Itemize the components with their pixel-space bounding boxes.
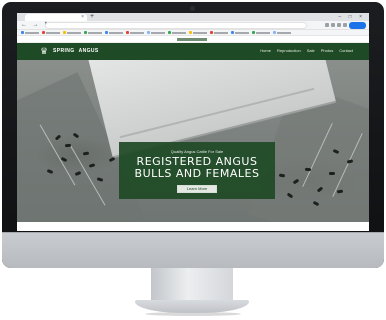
webcam-icon (190, 6, 195, 11)
brand-name[interactable]: SPRING ANGUS (53, 48, 99, 54)
extension-icons[interactable] (325, 23, 347, 28)
brand-word-2: ANGUS (78, 48, 99, 54)
nav-item-reproduction[interactable]: Reproduction (277, 48, 301, 53)
brand-logo-icon[interactable]: ♛ (39, 46, 49, 56)
hero-eyebrow: Quality Angus Cattle For Sale (170, 149, 224, 154)
bookmark-favicon-icon (126, 31, 129, 34)
bookmark-favicon-icon (21, 31, 24, 34)
nav-item-contact[interactable]: Contact (339, 48, 353, 53)
bookmark-label (235, 31, 249, 34)
bookmark-favicon-icon (105, 31, 108, 34)
bookmark-item[interactable] (42, 31, 60, 34)
bookmark-label (172, 31, 186, 34)
hero-title: REGISTERED ANGUS BULLS AND FEMALES (119, 156, 275, 180)
utility-link[interactable] (177, 38, 207, 41)
bookmark-favicon-icon (189, 31, 192, 34)
nav-item-sale[interactable]: Sale (307, 48, 315, 53)
browser-tab[interactable]: × (25, 14, 87, 21)
brand-word-1: SPRING (53, 48, 75, 54)
hero-image: Quality Angus Cattle For Sale REGISTERED… (17, 60, 369, 222)
site-header: ♛ SPRING ANGUS Home Reproduction Sale Ph… (17, 43, 369, 60)
hero-title-line-2: BULLS AND FEMALES (134, 167, 260, 180)
stand-neck (151, 268, 233, 302)
cow-silhouette (304, 167, 312, 172)
new-tab-button[interactable]: + (90, 13, 94, 21)
bookmark-favicon-icon (252, 31, 255, 34)
browser-toolbar: ← → ↻ (17, 21, 369, 30)
bookmark-favicon-icon (168, 31, 171, 34)
bookmark-favicon-icon (210, 31, 213, 34)
bookmark-item[interactable] (63, 31, 81, 34)
cow-silhouette (64, 143, 72, 148)
monitor-chin (2, 232, 384, 268)
stand-base (135, 300, 249, 313)
bookmark-item[interactable] (84, 31, 102, 34)
screen: × + – □ × ← → ↻ ♛ SPRING ANGUS Home Repr… (17, 13, 369, 231)
bookmark-favicon-icon (231, 31, 234, 34)
bookmark-label (109, 31, 123, 34)
bookmark-item[interactable] (147, 31, 165, 34)
bookmark-label (256, 31, 270, 34)
bookmark-favicon-icon (147, 31, 150, 34)
hero-banner: Quality Angus Cattle For Sale REGISTERED… (119, 142, 275, 199)
chin-divider (2, 232, 384, 233)
bookmark-favicon-icon (84, 31, 87, 34)
address-bar[interactable] (45, 22, 307, 29)
bookmark-favicon-icon (273, 31, 276, 34)
close-icon[interactable]: × (81, 15, 84, 20)
bookmark-item[interactable] (168, 31, 186, 34)
learn-more-button[interactable]: Learn More (177, 185, 217, 193)
bookmark-item[interactable] (126, 31, 144, 34)
bookmark-favicon-icon (63, 31, 66, 34)
bookmark-item[interactable] (252, 31, 270, 34)
bookmark-label (46, 31, 60, 34)
tab-bar: × + – □ × (17, 13, 369, 21)
nav-item-photos[interactable]: Photos (321, 48, 333, 53)
bookmark-label (25, 31, 39, 34)
bookmark-label (130, 31, 144, 34)
bookmark-label (214, 31, 228, 34)
bookmark-item[interactable] (273, 31, 291, 34)
bookmark-item[interactable] (210, 31, 228, 34)
bookmark-label (88, 31, 102, 34)
bookmark-item[interactable] (231, 31, 249, 34)
bookmark-item[interactable] (105, 31, 123, 34)
profile-button[interactable] (349, 22, 366, 29)
cow-silhouette (328, 171, 336, 176)
nav-item-home[interactable]: Home (260, 48, 271, 53)
bookmark-item[interactable] (189, 31, 207, 34)
bookmark-label (67, 31, 81, 34)
window-controls[interactable]: – □ × (339, 13, 366, 21)
utility-bar (17, 36, 369, 43)
bookmark-favicon-icon (42, 31, 45, 34)
bookmark-item[interactable] (21, 31, 39, 34)
bookmark-label (277, 31, 291, 34)
bookmark-label (151, 31, 165, 34)
main-nav: Home Reproduction Sale Photos Contact (260, 48, 353, 53)
bookmark-label (193, 31, 207, 34)
